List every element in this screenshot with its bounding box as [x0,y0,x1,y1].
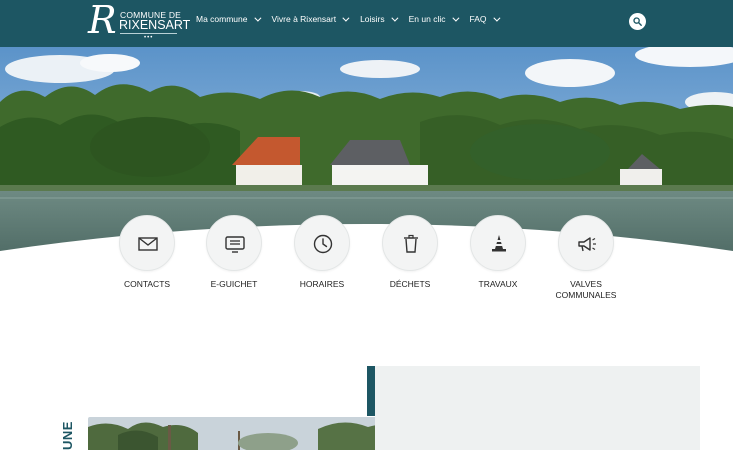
quick-links: CONTACTS E-GUICHET HORAIRES DÉCHETS TRAV… [0,215,733,315]
chevron-down-icon [492,14,500,22]
quick-link-label: TRAVAUX [478,279,518,289]
nav-item-label: Vivre à Rixensart [271,14,337,24]
nav-item-faq[interactable]: FAQ [469,14,500,24]
quick-link-label: HORAIRES [299,279,345,289]
traffic-cone-icon [492,235,506,252]
section-vertical-label: UNE [60,421,75,450]
quick-link-circle [470,215,526,271]
logo-dots: ••• [144,35,154,41]
logo-divider [120,33,177,34]
site-logo[interactable]: R COMMUNE DE RIXENSART ••• [88,0,190,42]
quick-link-e-guichet[interactable]: E-GUICHET [194,215,274,290]
logo-r-mark: R [88,0,117,42]
main-nav: Ma commune Vivre à Rixensart Loisirs En … [196,14,511,24]
nav-item-label: FAQ [469,14,487,24]
quick-link-valves[interactable]: VALVES COMMUNALES [546,215,626,301]
nav-item-loisirs[interactable]: Loisirs [360,14,399,24]
site-header: R COMMUNE DE RIXENSART ••• Ma commune Vi… [0,0,733,47]
accent-bar [367,366,375,416]
chevron-down-icon [391,14,399,22]
quick-link-label: E-GUICHET [210,279,258,289]
clock-icon [313,234,333,254]
envelope-icon [138,237,158,251]
nav-item-label: Loisirs [360,14,385,24]
news-photo[interactable] [88,417,397,450]
quick-link-contacts[interactable]: CONTACTS [107,215,187,290]
quick-link-horaires[interactable]: HORAIRES [282,215,362,290]
nav-item-vivre[interactable]: Vivre à Rixensart [271,14,350,24]
quick-link-circle [558,215,614,271]
chevron-down-icon [342,14,350,22]
nav-item-en-un-clic[interactable]: En un clic [408,14,459,24]
search-button[interactable] [629,13,646,30]
quick-link-circle [382,215,438,271]
chevron-down-icon [451,14,459,22]
quick-link-label: DÉCHETS [389,279,431,289]
chevron-down-icon [253,14,261,22]
nav-item-label: En un clic [408,14,446,24]
quick-link-circle [206,215,262,271]
content-panel [375,366,700,450]
quick-link-travaux[interactable]: TRAVAUX [458,215,538,290]
trash-icon [404,234,418,253]
logo-main-text: RIXENSART [119,18,191,32]
quick-link-label: VALVES COMMUNALES [555,279,617,300]
counter-icon [225,236,245,253]
quick-link-circle [119,215,175,271]
quick-link-label: CONTACTS [123,279,171,289]
megaphone-icon [578,237,596,252]
nav-item-ma-commune[interactable]: Ma commune [196,14,261,24]
quick-link-dechets[interactable]: DÉCHETS [370,215,450,290]
search-icon [633,17,642,26]
nav-item-label: Ma commune [196,14,248,24]
quick-link-circle [294,215,350,271]
